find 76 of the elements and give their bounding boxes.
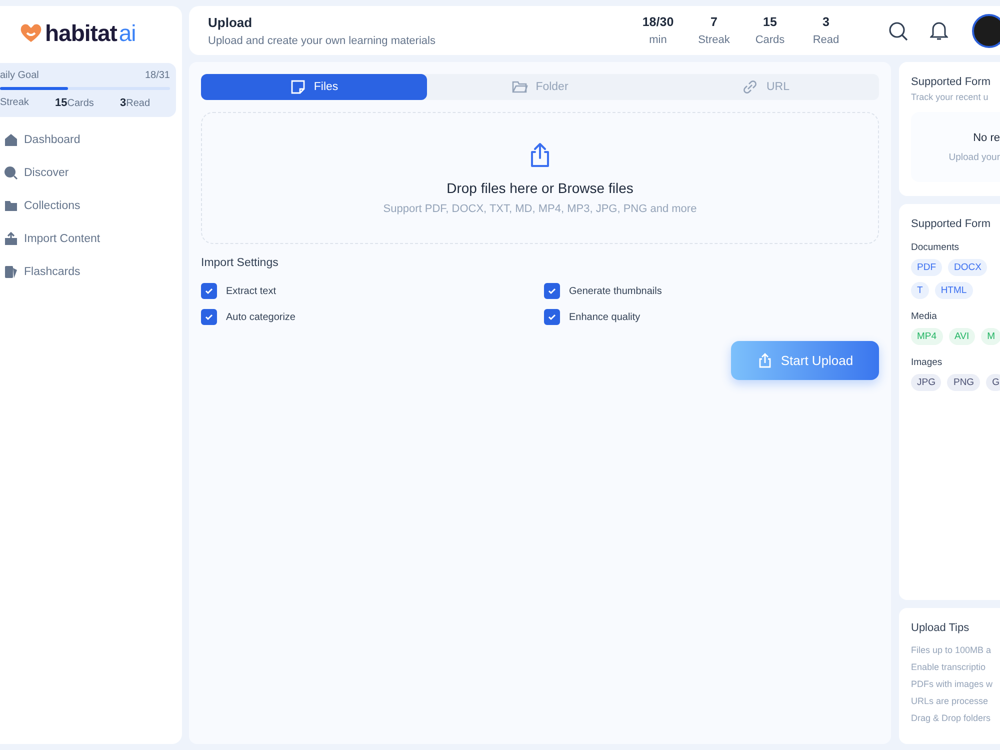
page-subtitle: Upload and create your own learning materials — [208, 34, 436, 46]
goal-stat: 15Cards — [54, 97, 94, 109]
format-tag: T — [911, 282, 929, 299]
checkbox[interactable] — [544, 309, 560, 325]
stat-value: 3 — [822, 15, 830, 29]
drop-zone[interactable]: Drop files here or Browse files Support PDF, DOCX, TXT, MD, MP4, MP3, JPG, PNG and more — [201, 112, 879, 244]
checkbox[interactable] — [201, 283, 217, 299]
stat-value: 7 — [710, 15, 718, 29]
search-icon[interactable] — [888, 20, 908, 40]
stat-value: 18/30 — [642, 15, 674, 29]
section-title: Import Settings — [201, 257, 280, 269]
cards-icon — [4, 265, 18, 279]
nav-item[interactable]: Flashcards — [4, 265, 182, 279]
nav-item[interactable]: Collections — [4, 199, 182, 213]
tip-text: PDFs with images w — [911, 679, 994, 689]
tip-text: Files up to 100MB a — [911, 645, 992, 655]
nav-item[interactable]: Import Content — [4, 232, 182, 246]
card-subtitle: Track your recent u — [911, 92, 990, 102]
option-label: Generate thumbnails — [569, 286, 662, 296]
drop-title: Drop files here or Browse files — [446, 180, 634, 196]
goal-stat: 3Read — [120, 97, 150, 109]
format-tag: HTML — [934, 282, 973, 299]
check-icon — [204, 286, 214, 296]
tip-text: Enable transcriptio — [911, 662, 987, 672]
empty-title: No re — [973, 132, 1000, 144]
format-tag: PNG — [947, 374, 980, 391]
upload-icon — [756, 352, 773, 368]
goal-stat: Streak — [0, 97, 29, 109]
card-title: Supported Form — [911, 76, 992, 88]
logo-text: habitatai — [45, 20, 136, 46]
house-icon — [4, 133, 18, 147]
search-icon — [4, 166, 18, 180]
format-tag: AVI — [948, 328, 976, 345]
empty-hint: Upload your — [948, 152, 1000, 162]
stat-label: Streak — [698, 34, 730, 46]
folder-icon — [512, 79, 528, 95]
format-tag: JPG — [911, 374, 942, 391]
card-title: Upload Tips — [911, 622, 970, 634]
group-name: Media — [911, 311, 938, 322]
stat-label: Read — [812, 34, 840, 46]
check-icon — [547, 312, 557, 322]
group-name: Documents — [911, 242, 960, 253]
check-icon — [204, 312, 214, 322]
goal-value: 18/31 — [144, 70, 170, 81]
drop-hint: Support PDF, DOCX, TXT, MD, MP4, MP3, JPG, PNG and more — [383, 202, 697, 214]
option-label: Extract text — [226, 286, 276, 296]
stat-value: 15 — [763, 15, 777, 29]
start-upload-button[interactable]: Start Upload — [731, 341, 879, 380]
note-icon — [290, 79, 306, 95]
format-tag: G — [986, 374, 1000, 391]
format-tag: DOCX — [948, 259, 988, 276]
tab[interactable]: Files — [201, 74, 427, 100]
link-icon — [742, 79, 758, 95]
nav-item[interactable]: Dashboard — [4, 133, 182, 147]
page-title: Upload — [208, 14, 254, 30]
tip-text: URLs are processe — [911, 696, 990, 706]
format-tag: MP4 — [911, 328, 943, 345]
checkbox[interactable] — [544, 283, 560, 299]
check-icon — [547, 286, 557, 296]
option-label: Enhance quality — [569, 312, 640, 322]
goal-label: aily Goal — [0, 70, 39, 81]
format-tag: M — [981, 328, 1000, 345]
format-tag: PDF — [911, 259, 942, 276]
tip-text: Drag & Drop folders — [911, 713, 992, 723]
folder-icon — [4, 199, 18, 213]
stat-label: min — [649, 34, 667, 46]
upload-icon — [4, 232, 18, 246]
card-title: Supported Form — [911, 218, 992, 230]
group-name: Images — [911, 357, 944, 368]
avatar[interactable] — [972, 14, 1000, 48]
stat-label: Cards — [755, 34, 785, 46]
checkbox[interactable] — [201, 309, 217, 325]
heart-logo-icon — [20, 23, 42, 43]
bell-icon[interactable] — [930, 20, 948, 40]
option-label: Auto categorize — [226, 312, 296, 322]
nav-item[interactable]: Discover — [4, 166, 182, 180]
